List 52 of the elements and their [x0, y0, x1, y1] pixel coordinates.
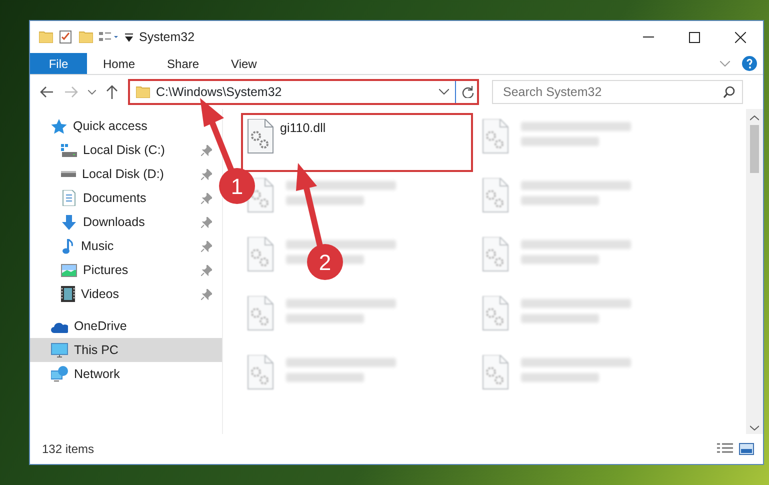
scroll-up-icon[interactable]	[750, 115, 759, 121]
nav-item[interactable]: Downloads	[30, 210, 222, 234]
chevron-down-icon[interactable]	[439, 89, 449, 95]
refresh-icon[interactable]	[462, 86, 474, 98]
nav-item[interactable]: Local Disk (C:)	[30, 138, 222, 162]
item-count: 132 items	[42, 441, 94, 458]
folder-icon	[136, 86, 150, 98]
details-view-icon[interactable]	[717, 443, 733, 455]
search-field[interactable]: Search System32	[492, 80, 743, 104]
network-globe-icon	[51, 366, 68, 382]
close-icon	[734, 32, 746, 42]
nav-item[interactable]: Local Disk (D:)	[30, 162, 222, 186]
minimize-icon	[642, 36, 654, 38]
scrollbar-thumb[interactable]	[750, 125, 759, 173]
monitor-icon	[51, 342, 68, 358]
nav-item[interactable]: Music	[30, 234, 222, 258]
up-arrow-icon[interactable]	[106, 85, 118, 99]
film-strip-icon	[61, 286, 75, 302]
file-item[interactable]: gi110.dll	[241, 113, 473, 172]
ribbon-tab[interactable]: Home	[87, 53, 152, 74]
document-icon	[61, 190, 77, 206]
nav-item[interactable]: Quick access	[30, 114, 222, 138]
drive-icon	[61, 144, 77, 156]
picture-icon	[61, 264, 77, 276]
ribbon-tab[interactable]: View	[215, 53, 273, 74]
nav-item[interactable]: This PC	[30, 338, 222, 362]
file-tab[interactable]: File	[30, 53, 87, 74]
dropdown-icon[interactable]	[125, 32, 133, 42]
window-title: System32	[139, 28, 195, 46]
checklist-icon[interactable]	[59, 30, 73, 44]
maximize-icon	[688, 32, 700, 42]
vertical-scrollbar[interactable]	[746, 109, 763, 434]
music-note-icon	[61, 238, 75, 254]
nav-item[interactable]: Pictures	[30, 258, 222, 282]
address-bar[interactable]: C:\Windows\System32	[128, 79, 479, 105]
ribbon-tab[interactable]: Share	[151, 53, 216, 74]
nav-item[interactable]: OneDrive	[30, 314, 222, 338]
properties-icon[interactable]	[99, 31, 119, 43]
chevron-down-icon[interactable]	[88, 90, 96, 94]
nav-item[interactable]: Videos	[30, 282, 222, 306]
back-arrow-icon[interactable]	[40, 86, 54, 98]
nav-item[interactable]: Network	[30, 362, 222, 386]
scroll-down-icon[interactable]	[750, 425, 759, 431]
dll-file-icon	[247, 119, 274, 154]
drive-icon	[61, 171, 76, 177]
nav-item[interactable]: Documents	[30, 186, 222, 210]
download-arrow-icon	[61, 214, 77, 230]
help-icon[interactable]	[742, 56, 757, 71]
large-icons-view-icon[interactable]	[739, 443, 754, 455]
file-name: gi110.dll	[280, 120, 326, 137]
star-icon	[51, 118, 67, 134]
address-path: C:\Windows\System32	[156, 84, 282, 101]
